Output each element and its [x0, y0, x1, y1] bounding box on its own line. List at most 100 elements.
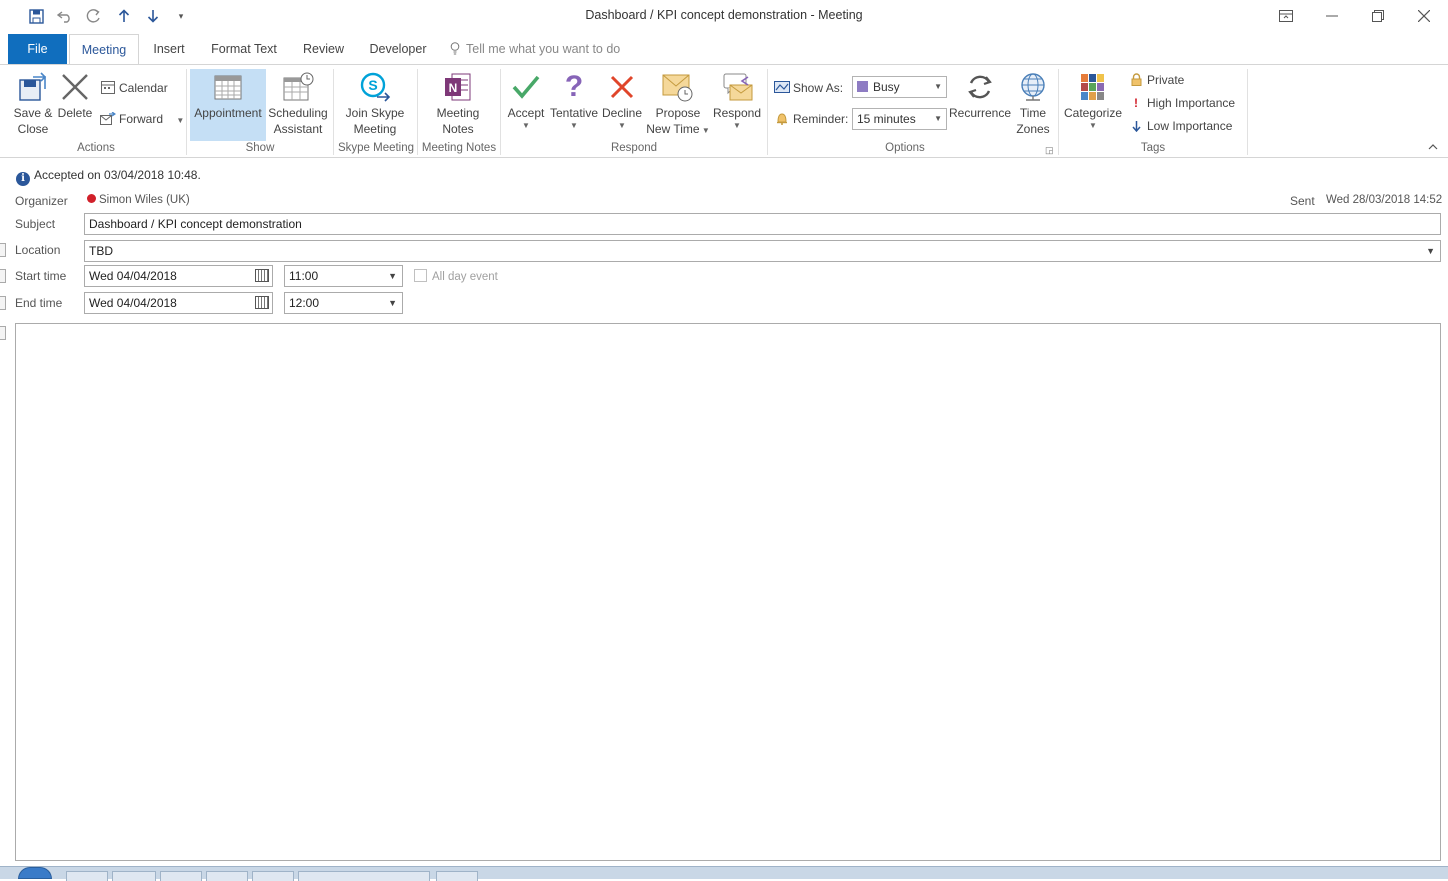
chevron-down-icon[interactable]: ▼ [388, 266, 397, 286]
taskbar-button[interactable] [160, 871, 202, 881]
tab-review[interactable]: Review [296, 34, 351, 64]
show-as-icon [774, 78, 790, 98]
group-label-show: Show [245, 142, 275, 154]
group-label-notes: Meeting Notes [421, 142, 497, 154]
lightbulb-icon [450, 34, 466, 64]
organizer-value[interactable]: Simon Wiles (UK) [87, 194, 190, 206]
ribbon-tabs: File Meeting Insert Format Text Review D… [0, 34, 1448, 64]
info-icon: i [16, 172, 30, 186]
show-as-dropdown[interactable]: Busy ▼ [852, 76, 947, 98]
svg-text:S: S [368, 77, 377, 93]
tell-me-search[interactable]: Tell me what you want to do [450, 34, 630, 64]
meeting-notes-button[interactable]: N Meeting Notes [424, 69, 492, 141]
chevron-down-icon: ▼ [934, 82, 942, 91]
propose-time-icon [644, 69, 712, 105]
calendar-picker-icon[interactable] [255, 269, 269, 282]
decline-dropdown-icon: ▼ [618, 121, 626, 130]
group-divider [1247, 69, 1248, 155]
tab-developer[interactable]: Developer [362, 34, 434, 64]
tab-format-text[interactable]: Format Text [204, 34, 284, 64]
group-label-actions: Actions [77, 142, 115, 154]
tab-insert[interactable]: Insert [144, 34, 194, 64]
forward-icon [100, 109, 117, 129]
chevron-down-icon: ▼ [934, 114, 942, 123]
group-label-options: Options [885, 142, 925, 154]
svg-text:N: N [449, 81, 458, 95]
private-button[interactable]: Private [1128, 70, 1184, 90]
group-divider [333, 69, 334, 155]
bell-icon [774, 109, 790, 129]
tab-meeting[interactable]: Meeting [69, 34, 139, 64]
side-handle [0, 243, 6, 257]
time-zones-button[interactable]: Time Zones [1012, 69, 1054, 141]
start-date-input[interactable]: Wed 04/04/2018 [84, 265, 273, 287]
appointment-button[interactable]: Appointment [190, 69, 266, 141]
minimize-icon[interactable] [1312, 4, 1352, 28]
save-close-button[interactable]: Save & Close [10, 69, 56, 141]
reminder-dropdown[interactable]: 15 minutes ▼ [852, 108, 947, 130]
low-importance-button[interactable]: Low Importance [1128, 116, 1232, 136]
taskbar-button[interactable] [252, 871, 294, 881]
appointment-icon [190, 69, 266, 105]
tentative-button[interactable]: ? Tentative ▼ [548, 69, 600, 141]
dialog-launcher-icon[interactable]: ◲ [1045, 145, 1054, 156]
propose-new-time-button[interactable]: Propose New Time ▼ [644, 69, 712, 141]
start-button[interactable] [18, 867, 52, 879]
end-time-label: End time [15, 296, 63, 310]
taskbar [0, 866, 1448, 881]
decline-button[interactable]: Decline ▼ [600, 69, 644, 141]
forward-dropdown-icon: ▼ [176, 116, 185, 125]
calendar-icon [100, 78, 116, 98]
end-time-input[interactable]: 12:00 ▼ [284, 292, 403, 314]
calendar-button[interactable]: Calendar [100, 78, 168, 98]
high-importance-button[interactable]: ! High Importance [1128, 93, 1235, 113]
group-label-respond: Respond [610, 142, 658, 154]
all-day-event-checkbox[interactable]: All day event [414, 269, 498, 283]
taskbar-button[interactable] [436, 871, 478, 881]
show-as-label: Show As: [774, 78, 843, 98]
scheduling-assistant-button[interactable]: Scheduling Assistant [267, 69, 329, 141]
title-bar: ▾ Dashboard / KPI concept demonstration … [0, 0, 1448, 32]
question-mark-icon: ? [564, 70, 584, 103]
calendar-picker-icon[interactable] [255, 296, 269, 309]
propose-dropdown-icon: ▼ [699, 126, 710, 135]
delete-x-icon [56, 69, 94, 105]
sent-value: Wed 28/03/2018 14:52 [1326, 194, 1443, 206]
taskbar-button[interactable] [298, 871, 430, 881]
end-date-input[interactable]: Wed 04/04/2018 [84, 292, 273, 314]
tell-me-text: Tell me what you want to do [466, 42, 621, 56]
chevron-down-icon[interactable]: ▼ [1426, 241, 1435, 261]
location-input[interactable]: TBD ▼ [84, 240, 1441, 262]
skype-icon: S [340, 69, 410, 105]
taskbar-button[interactable] [206, 871, 248, 881]
busy-color-swatch [857, 81, 868, 92]
window-title: Dashboard / KPI concept demonstration - … [585, 8, 863, 22]
delete-button[interactable]: Delete [56, 69, 94, 141]
group-label-tags: Tags [1140, 142, 1166, 154]
categorize-button[interactable]: Categorize ▼ [1062, 69, 1124, 141]
tentative-dropdown-icon: ▼ [570, 121, 578, 130]
tab-file[interactable]: File [8, 34, 67, 64]
respond-dropdown-icon: ▼ [733, 121, 741, 130]
lock-icon [1128, 70, 1144, 90]
collapse-ribbon-icon[interactable] [1426, 141, 1440, 153]
close-icon[interactable] [1404, 4, 1444, 28]
accept-button[interactable]: Accept ▼ [504, 69, 548, 141]
recurrence-button[interactable]: Recurrence [949, 69, 1011, 141]
chevron-down-icon[interactable]: ▼ [388, 293, 397, 313]
sent-label: Sent [1290, 194, 1315, 208]
ribbon-display-icon[interactable] [1266, 4, 1306, 28]
reminder-label: Reminder: [774, 109, 848, 129]
side-handle [0, 326, 6, 340]
start-time-input[interactable]: 11:00 ▼ [284, 265, 403, 287]
message-body-editor[interactable] [15, 323, 1441, 861]
subject-input[interactable]: Dashboard / KPI concept demonstration [84, 213, 1441, 235]
forward-button[interactable]: Forward ▼ [100, 109, 184, 129]
taskbar-button[interactable] [112, 871, 156, 881]
taskbar-button[interactable] [66, 871, 108, 881]
group-divider [186, 69, 187, 155]
respond-button[interactable]: Respond ▼ [712, 69, 762, 141]
join-skype-meeting-button[interactable]: S Join Skype Meeting [340, 69, 410, 141]
checkbox-icon [414, 269, 427, 282]
restore-icon[interactable] [1358, 4, 1398, 28]
